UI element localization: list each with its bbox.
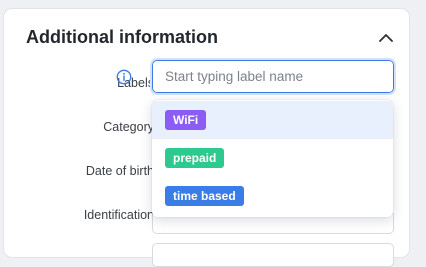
next-field[interactable] [152,243,394,267]
label-badge: WiFi [165,110,207,130]
label-badge: time based [165,186,244,206]
label-search-input[interactable] [150,58,396,95]
section-title: Additional information [26,27,218,47]
identification-label: Identification [83,208,154,222]
option-prepaid[interactable]: prepaid [152,139,393,177]
label-badge: prepaid [165,148,225,168]
category-label: Category [103,120,154,134]
label-suggestions-dropdown: WiFi prepaid time based [152,100,393,217]
info-icon[interactable] [116,69,132,85]
date-of-birth-label: Date of birth [85,164,154,178]
option-time-based[interactable]: time based [152,177,393,215]
chevron-up-icon[interactable] [376,28,396,48]
option-wifi[interactable]: WiFi [152,101,393,139]
